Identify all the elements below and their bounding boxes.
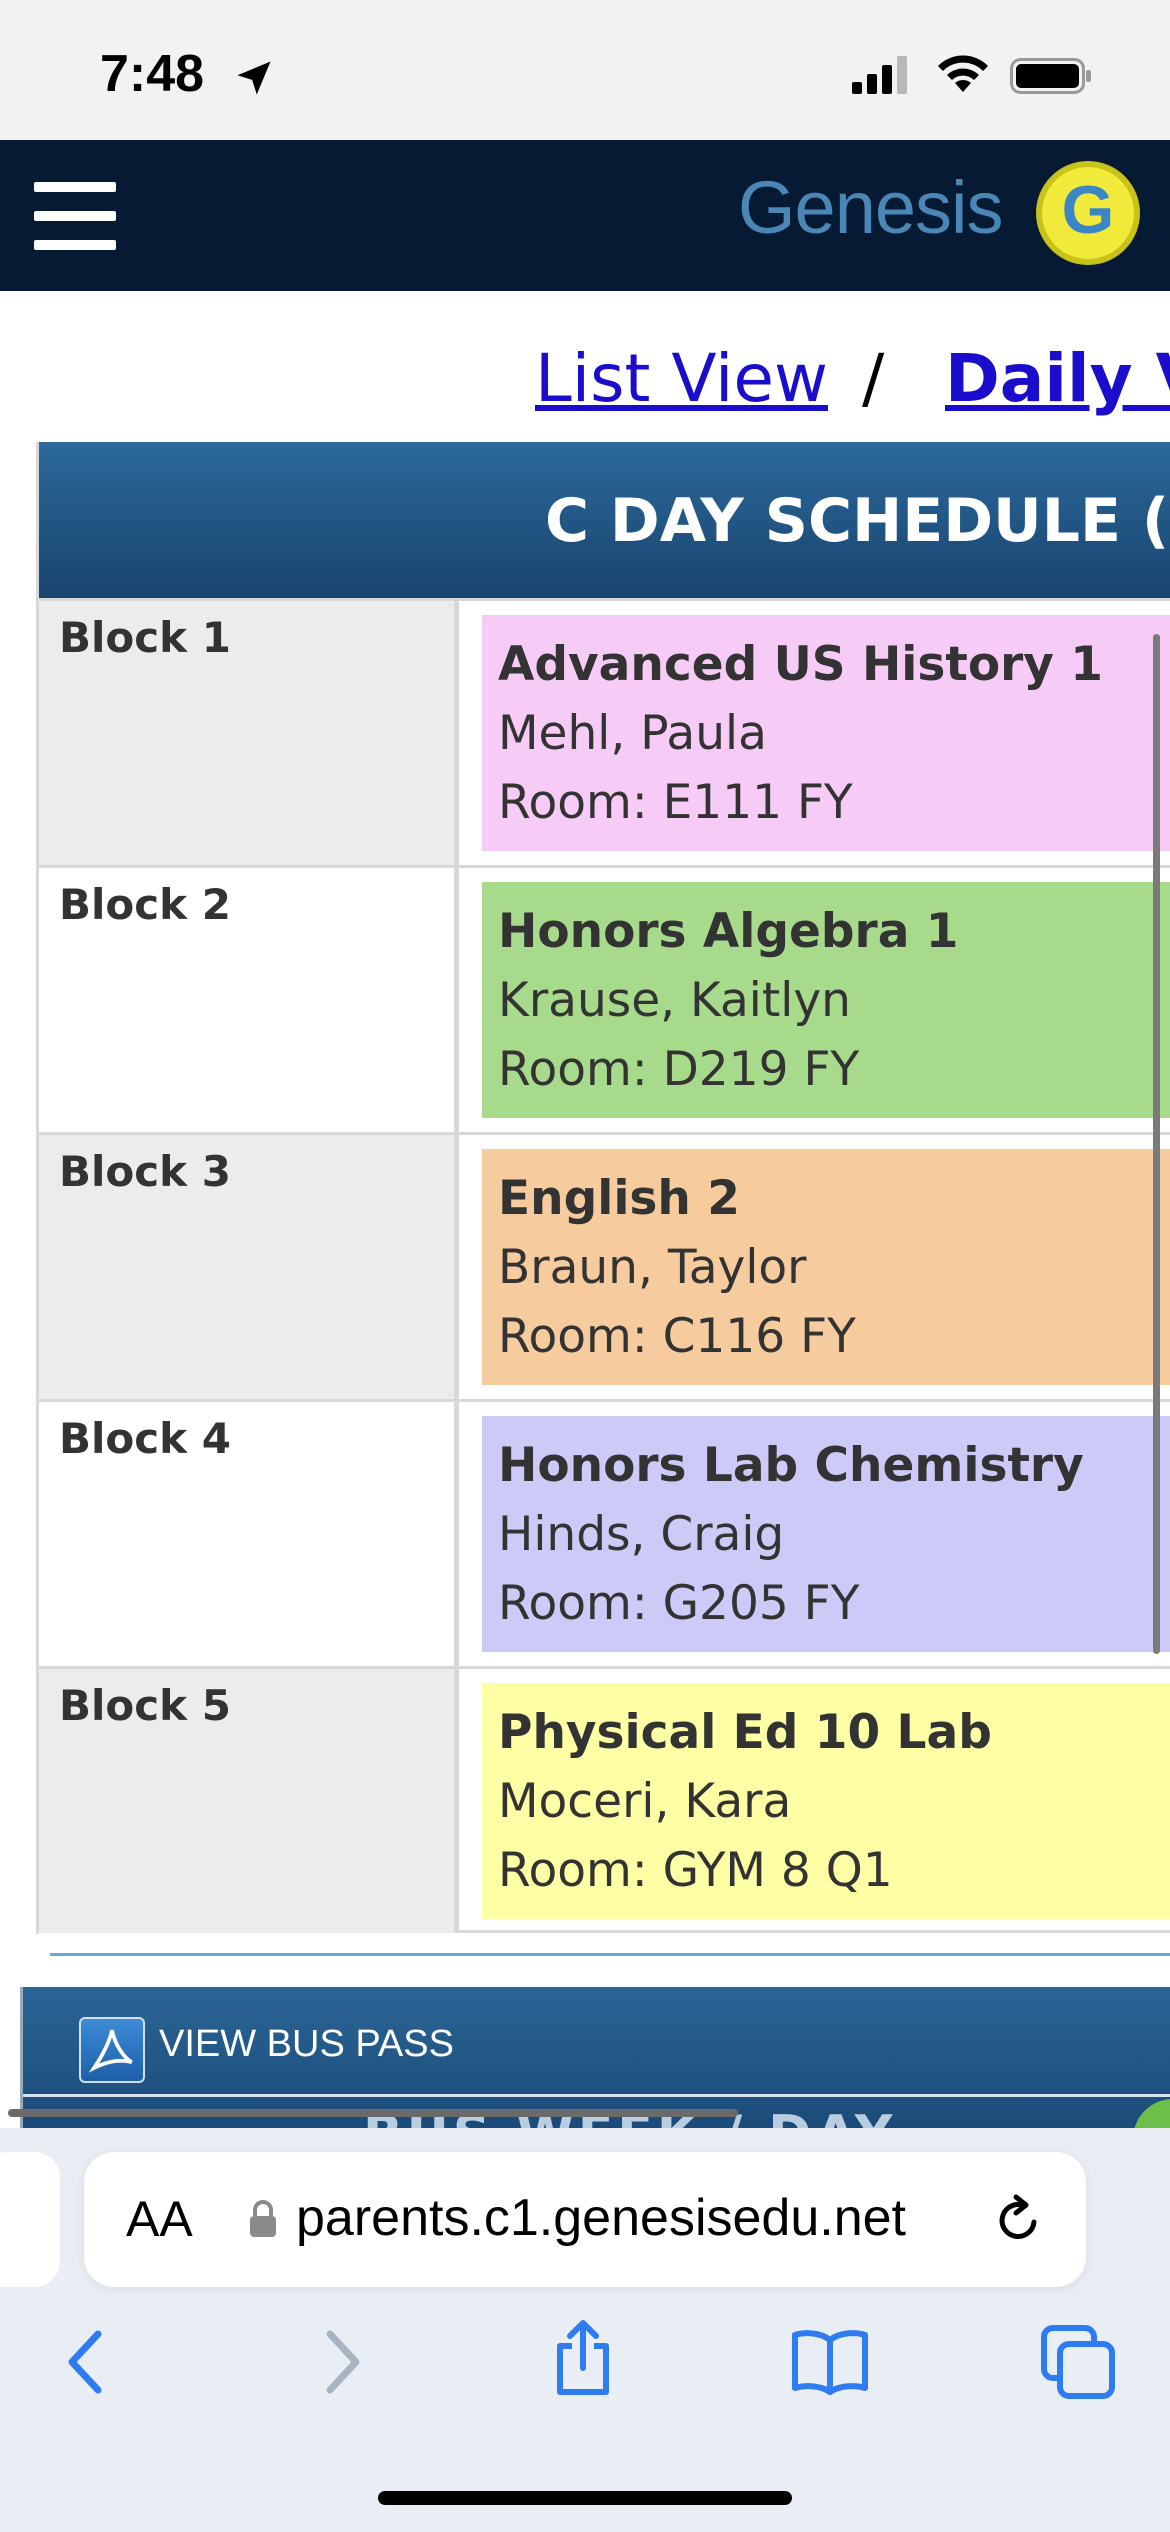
cellular-signal-icon — [852, 56, 907, 94]
block-label: Block 5 — [59, 1681, 231, 1730]
previous-tab-peek[interactable] — [0, 2152, 60, 2287]
vertical-scrollbar[interactable] — [1153, 634, 1160, 1654]
schedule-row: Block 1 Advanced US History 1 Mehl, Paul… — [39, 598, 1170, 865]
view-bus-pass-button[interactable]: VIEW BUS PASS — [23, 1987, 1170, 2097]
schedule-title: C DAY SCHEDULE (09 — [545, 486, 1170, 556]
block-cell: Block 2 — [39, 868, 459, 1132]
block-cell: Block 1 — [39, 601, 459, 865]
course-teacher: Braun, Taylor — [498, 1240, 807, 1295]
horizontal-scrollbar[interactable] — [8, 2109, 738, 2117]
location-arrow-icon — [237, 61, 271, 95]
block-cell: Block 3 — [39, 1135, 459, 1399]
course-name: Physical Ed 10 Lab — [498, 1705, 992, 1760]
battery-icon — [1010, 58, 1091, 94]
course-card[interactable]: Honors Algebra 1 Krause, Kaitlyn Room: D… — [482, 882, 1170, 1118]
bookmarks-icon[interactable] — [790, 2326, 870, 2396]
view-switch: List View / Daily V — [0, 340, 1170, 430]
reload-icon[interactable] — [990, 2192, 1046, 2248]
block-cell: Block 4 — [39, 1402, 459, 1666]
course-room: Room: GYM 8 Q1 — [498, 1843, 893, 1898]
course-card[interactable]: English 2 Braun, Taylor Room: C116 FY — [482, 1149, 1170, 1385]
course-name: English 2 — [498, 1171, 740, 1226]
lock-icon — [250, 2200, 276, 2237]
hamburger-menu-icon[interactable] — [34, 182, 116, 250]
status-time: 7:48 — [100, 45, 205, 103]
daily-view-link[interactable]: Daily V — [945, 340, 1170, 417]
section-divider — [50, 1953, 1170, 1956]
course-teacher: Mehl, Paula — [498, 706, 767, 761]
url-text[interactable]: parents.c1.genesisedu.net — [296, 2188, 906, 2248]
course-teacher: Krause, Kaitlyn — [498, 973, 851, 1028]
block-label: Block 3 — [59, 1147, 231, 1196]
schedule-header: C DAY SCHEDULE (09 — [39, 442, 1170, 598]
share-icon[interactable] — [548, 2318, 618, 2398]
block-label: Block 4 — [59, 1414, 231, 1463]
course-card[interactable]: Physical Ed 10 Lab Moceri, Kara Room: GY… — [482, 1683, 1170, 1919]
schedule-row: Block 3 English 2 Braun, Taylor Room: C1… — [39, 1132, 1170, 1399]
schedule-row: Block 2 Honors Algebra 1 Krause, Kaitlyn… — [39, 865, 1170, 1132]
list-view-link[interactable]: List View — [535, 340, 828, 417]
wifi-icon — [938, 55, 988, 92]
home-indicator — [378, 2491, 792, 2505]
course-name: Advanced US History 1 — [498, 637, 1104, 692]
course-room: Room: D219 FY — [498, 1042, 860, 1097]
course-card[interactable]: Honors Lab Chemistry Hinds, Craig Room: … — [482, 1416, 1170, 1652]
schedule-table: C DAY SCHEDULE (09 Block 1 Advanced US H… — [36, 442, 1170, 1934]
block-label: Block 2 — [59, 880, 231, 929]
block-label: Block 1 — [59, 613, 231, 662]
tabs-icon[interactable] — [1040, 2324, 1116, 2400]
course-name: Honors Algebra 1 — [498, 904, 959, 959]
course-room: Room: E111 FY — [498, 775, 853, 830]
view-separator: / — [862, 340, 885, 417]
block-cell: Block 5 — [39, 1669, 459, 1933]
forward-chevron-icon[interactable] — [316, 2322, 366, 2402]
course-teacher: Hinds, Craig — [498, 1507, 785, 1562]
course-room: Room: G205 FY — [498, 1576, 860, 1631]
view-bus-pass-label: VIEW BUS PASS — [159, 2023, 454, 2065]
pdf-icon — [79, 2017, 145, 2083]
genesis-logo-mark: G — [1036, 161, 1140, 265]
course-card[interactable]: Advanced US History 1 Mehl, Paula Room: … — [482, 615, 1170, 851]
genesis-logo-text: Genesis — [738, 166, 1003, 249]
reader-text-size-button[interactable]: AA — [126, 2190, 193, 2248]
course-name: Honors Lab Chemistry — [498, 1438, 1084, 1493]
course-room: Room: C116 FY — [498, 1309, 856, 1364]
schedule-row: Block 4 Honors Lab Chemistry Hinds, Crai… — [39, 1399, 1170, 1666]
back-chevron-icon[interactable] — [62, 2322, 112, 2402]
course-teacher: Moceri, Kara — [498, 1774, 792, 1829]
schedule-row: Block 5 Physical Ed 10 Lab Moceri, Kara … — [39, 1666, 1170, 1933]
